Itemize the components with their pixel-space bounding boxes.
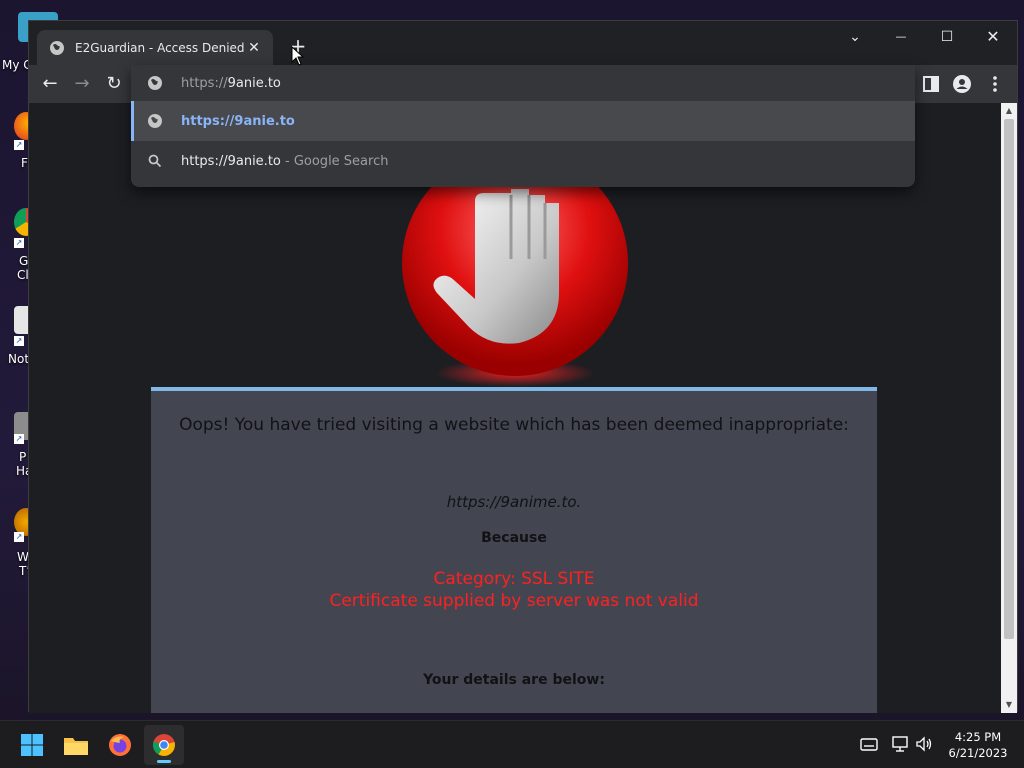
shortcut-arrow-icon: ↗ <box>14 238 24 248</box>
taskbar-firefox[interactable] <box>100 725 140 765</box>
desktop-icon-label: G <box>19 254 29 268</box>
details-heading: Your details are below: <box>423 672 605 688</box>
start-button[interactable] <box>12 725 52 765</box>
globe-icon <box>50 40 64 55</box>
shortcut-arrow-icon: ↗ <box>14 434 24 444</box>
stop-hand-icon <box>402 173 628 387</box>
desktop-icon-label: Not <box>8 352 30 366</box>
because-label: Because <box>481 530 547 546</box>
clock-time: 4:25 PM <box>954 730 1002 744</box>
blocked-url: https://9anime.to. <box>446 493 582 511</box>
menu-kebab-icon[interactable] <box>984 73 1006 95</box>
maximize-button[interactable]: ☐ <box>924 21 970 53</box>
suggestion-text: https://9anie.to <box>181 113 295 129</box>
scroll-thumb[interactable] <box>1004 119 1014 639</box>
shortcut-arrow-icon: ↗ <box>14 336 24 346</box>
file-explorer-icon <box>64 738 88 755</box>
desktop-icon-label: P <box>19 450 27 464</box>
desktop-icon-label: Cl <box>17 268 29 282</box>
globe-icon <box>148 114 162 128</box>
system-clock[interactable]: 4:25 PM 6/21/2023 <box>940 729 1016 761</box>
omnibox-suggestion-url[interactable]: https://9anie.to <box>131 101 915 141</box>
suggestion-text: https://9anie.to - Google Search <box>181 153 389 169</box>
shortcut-arrow-icon: ↗ <box>14 532 24 542</box>
page-scrollbar[interactable]: ▲ ▼ <box>1001 103 1017 713</box>
address-bar[interactable]: https://9anie.to <box>131 65 915 101</box>
access-denied-panel: Oops! You have tried visiting a website … <box>151 387 877 713</box>
keyboard-layout-icon[interactable] <box>860 735 878 753</box>
chrome-icon <box>152 734 175 756</box>
close-window-button[interactable]: ✕ <box>970 21 1016 53</box>
side-panel-icon[interactable] <box>920 73 942 95</box>
certificate-reason: Certificate supplied by server was not v… <box>329 591 699 611</box>
profile-icon[interactable] <box>951 73 973 95</box>
minimize-button[interactable]: — <box>878 21 924 53</box>
scroll-up-icon[interactable]: ▲ <box>1001 103 1017 119</box>
clock-date: 6/21/2023 <box>948 746 1008 760</box>
back-button[interactable]: ← <box>37 71 63 97</box>
mouse-cursor-icon <box>291 46 305 66</box>
omnibox-suggestion-search[interactable]: https://9anie.to - Google Search <box>131 141 915 181</box>
shortcut-arrow-icon: ↗ <box>14 140 24 150</box>
tab-search-button[interactable]: ⌄ <box>832 21 878 53</box>
firefox-icon <box>109 734 131 756</box>
desktop-icon-label: F <box>21 156 28 170</box>
volume-icon[interactable] <box>915 735 933 753</box>
browser-window: E2Guardian - Access Denied ✕ + ⌄ — ☐ ✕ ←… <box>28 20 1018 713</box>
search-icon <box>148 154 162 168</box>
tab-e2guardian[interactable]: E2Guardian - Access Denied ✕ <box>37 30 273 65</box>
address-input[interactable]: https://9anie.to <box>181 76 281 91</box>
windows-start-icon <box>21 734 43 756</box>
taskbar-chrome[interactable] <box>144 725 184 765</box>
reload-button[interactable]: ↻ <box>101 71 127 97</box>
taskbar-file-explorer[interactable] <box>56 725 96 765</box>
globe-icon <box>148 76 162 90</box>
omnibox-dropdown: https://9anie.to https://9anie.to https:… <box>131 65 915 187</box>
taskbar: 4:25 PM 6/21/2023 <box>0 720 1024 768</box>
network-icon[interactable] <box>892 735 910 753</box>
page-viewport: Oops! You have tried visiting a website … <box>29 103 1001 713</box>
block-reason: Category: SSL SITE Certificate supplied … <box>151 568 877 612</box>
tab-close-button[interactable]: ✕ <box>245 40 263 56</box>
category-line: Category: SSL SITE <box>433 569 595 589</box>
forward-button[interactable]: → <box>69 71 95 97</box>
scroll-down-icon[interactable]: ▼ <box>1001 697 1017 713</box>
tab-strip: E2Guardian - Access Denied ✕ + ⌄ — ☐ ✕ <box>29 21 1017 65</box>
page-headline: Oops! You have tried visiting a website … <box>179 415 849 435</box>
tab-title: E2Guardian - Access Denied <box>75 40 245 55</box>
active-app-indicator <box>157 760 171 763</box>
